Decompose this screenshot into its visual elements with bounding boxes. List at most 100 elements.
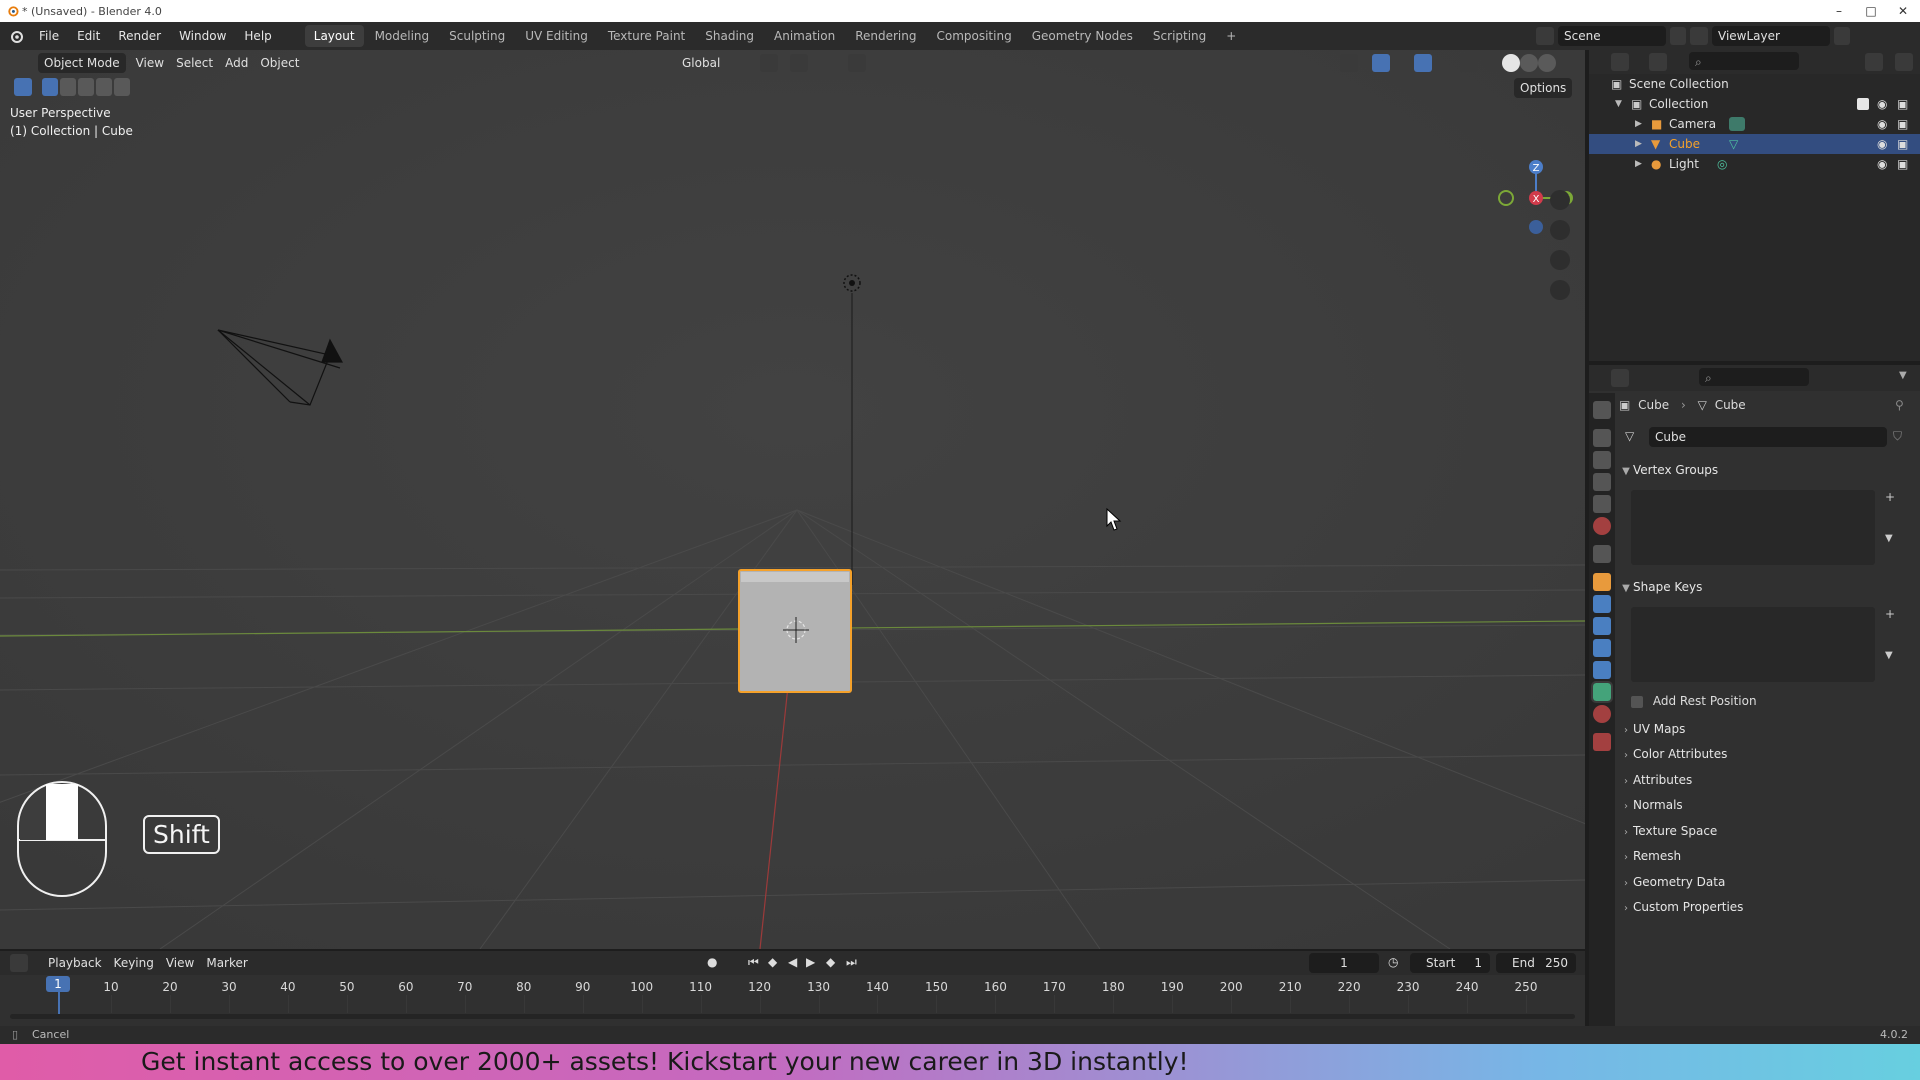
tab-geometry-nodes[interactable]: Geometry Nodes	[1023, 25, 1142, 47]
rendered-shading-icon[interactable]	[1538, 54, 1556, 72]
chevron-right-icon[interactable]: ▶	[1635, 154, 1642, 174]
view-layer-field[interactable]: ViewLayer	[1712, 26, 1830, 46]
panel-remesh[interactable]: › Remesh	[1619, 844, 1915, 868]
physics-tab-icon[interactable]	[1593, 639, 1611, 657]
menu-object[interactable]: Object	[254, 53, 305, 73]
zoom-icon[interactable]	[1550, 190, 1570, 210]
mode-extend-icon[interactable]	[60, 78, 76, 96]
breadcrumb-object[interactable]: Cube	[1638, 398, 1669, 412]
overlays-toggle-icon[interactable]	[1414, 54, 1432, 72]
timeline-editor-type-icon[interactable]	[10, 954, 28, 972]
add-rest-position-row[interactable]: Add Rest Position	[1631, 691, 1757, 711]
chevron-down-icon[interactable]: ▼	[1899, 370, 1907, 381]
vertex-groups-list[interactable]	[1631, 490, 1875, 565]
texture-tab-icon[interactable]	[1593, 733, 1611, 751]
material-tab-icon[interactable]	[1593, 705, 1611, 723]
timeline-editor[interactable]: Playback Keying View Marker ● ⏮ ◆ ◀ ▶ ◆ …	[0, 951, 1585, 1026]
add-rest-position-checkbox[interactable]	[1631, 695, 1643, 708]
tab-texture-paint[interactable]: Texture Paint	[599, 25, 694, 47]
camera-view-icon[interactable]	[1550, 250, 1570, 270]
add-shape-key-button[interactable]: +	[1885, 607, 1895, 621]
menu-add[interactable]: Add	[219, 53, 254, 73]
scene-icon[interactable]	[1536, 27, 1554, 45]
view-layer-icon[interactable]	[1690, 27, 1708, 45]
select-box-tool-icon[interactable]	[14, 78, 32, 96]
shape-keys-list[interactable]	[1631, 607, 1875, 682]
eye-icon[interactable]: ◉	[1877, 94, 1887, 114]
mode-set-icon[interactable]	[42, 78, 58, 96]
new-collection-icon[interactable]	[1895, 53, 1913, 71]
gizmo-neg-y-axis[interactable]	[1498, 190, 1514, 206]
options-dropdown[interactable]: Options	[1514, 78, 1573, 98]
play-reverse-icon[interactable]: ◀	[788, 955, 797, 969]
modifier-wrench-icon[interactable]	[1593, 595, 1611, 613]
light-data-icon[interactable]: ◎	[1717, 154, 1727, 174]
view-layer-tab-icon[interactable]	[1593, 473, 1611, 491]
scene-field[interactable]: Scene	[1558, 26, 1666, 46]
new-scene-icon[interactable]	[1670, 27, 1686, 45]
jump-start-icon[interactable]: ⏮	[748, 955, 759, 970]
gizmo-toggle-icon[interactable]	[1372, 54, 1390, 72]
panel-normals[interactable]: › Normals	[1619, 793, 1915, 817]
render-camera-icon[interactable]: ▣	[1897, 134, 1908, 154]
orthographic-grid-icon[interactable]	[1550, 280, 1570, 300]
render-camera-icon[interactable]: ▣	[1897, 154, 1908, 174]
snap-icon[interactable]	[790, 54, 808, 72]
menu-window[interactable]: Window	[170, 22, 235, 50]
add-vertex-group-button[interactable]: +	[1885, 490, 1895, 504]
solid-shading-icon[interactable]	[1502, 54, 1520, 72]
pivot-point-icon[interactable]	[760, 54, 778, 72]
minimize-icon[interactable]: –	[1822, 2, 1856, 20]
breadcrumb-mesh[interactable]: Cube	[1715, 398, 1746, 412]
render-camera-icon[interactable]: ▣	[1897, 114, 1908, 134]
panel-texture-space[interactable]: › Texture Space	[1619, 819, 1915, 843]
mode-dropdown[interactable]: Object Mode	[38, 53, 126, 73]
timeline-scrollbar[interactable]	[10, 1014, 1575, 1019]
mode-intersect-icon[interactable]	[114, 78, 130, 96]
jump-keyframe-back-icon[interactable]: ◆	[768, 955, 777, 969]
tab-shading[interactable]: Shading	[696, 25, 763, 47]
tab-layout[interactable]: Layout	[304, 25, 364, 47]
mesh-name-field[interactable]: Cube	[1649, 427, 1887, 447]
jump-end-icon[interactable]: ⏭	[846, 955, 857, 970]
vertex-group-specials-icon[interactable]: ▼	[1885, 533, 1893, 544]
object-tab-icon[interactable]	[1593, 573, 1611, 591]
eye-icon[interactable]: ◉	[1877, 134, 1887, 154]
outliner-search-input[interactable]: ⌕	[1689, 52, 1799, 70]
menu-playback[interactable]: Playback	[42, 953, 108, 973]
tool-tab-icon[interactable]	[1593, 401, 1611, 419]
menu-select[interactable]: Select	[170, 53, 219, 73]
menu-render[interactable]: Render	[109, 22, 170, 50]
mode-invert-icon[interactable]	[96, 78, 112, 96]
menu-file[interactable]: File	[30, 22, 68, 50]
eye-icon[interactable]: ◉	[1877, 154, 1887, 174]
outliner-item-cube[interactable]: ▶ ▼ Cube ▽ ◉ ▣	[1589, 134, 1920, 154]
pin-icon[interactable]: ⚲	[1895, 395, 1904, 415]
tab-uv-editing[interactable]: UV Editing	[516, 25, 597, 47]
blender-menu-icon[interactable]	[8, 28, 24, 44]
particles-tab-icon[interactable]	[1593, 617, 1611, 635]
proportional-editing-icon[interactable]	[848, 54, 866, 72]
menu-marker[interactable]: Marker	[200, 953, 253, 973]
tab-scripting[interactable]: Scripting	[1144, 25, 1215, 47]
xray-icon[interactable]	[1460, 54, 1478, 72]
visibility-icon[interactable]	[1340, 54, 1358, 72]
chevron-right-icon[interactable]: ▶	[1635, 134, 1642, 154]
mesh-data-tab-icon[interactable]	[1591, 681, 1613, 703]
render-tab-icon[interactable]	[1593, 429, 1611, 447]
panel-attributes[interactable]: › Attributes	[1619, 768, 1915, 792]
render-camera-icon[interactable]: ▣	[1897, 94, 1908, 114]
add-workspace-button[interactable]: +	[1217, 25, 1245, 47]
maximize-icon[interactable]: □	[1854, 2, 1888, 20]
mode-subtract-icon[interactable]	[78, 78, 94, 96]
eye-icon[interactable]: ◉	[1877, 114, 1887, 134]
chevron-down-icon[interactable]: ▼	[1615, 94, 1622, 114]
panel-vertex-groups[interactable]: ▼ Vertex Groups	[1619, 458, 1915, 482]
mesh-browse-icon[interactable]: ▽	[1625, 429, 1634, 443]
new-view-layer-icon[interactable]	[1834, 27, 1850, 45]
tab-modeling[interactable]: Modeling	[366, 25, 439, 47]
outliner-scene-collection[interactable]: ▣ Scene Collection	[1589, 74, 1920, 94]
current-frame-field[interactable]: 1	[1309, 953, 1379, 973]
cube-object[interactable]	[738, 569, 852, 693]
world-tab-icon[interactable]	[1593, 517, 1611, 535]
